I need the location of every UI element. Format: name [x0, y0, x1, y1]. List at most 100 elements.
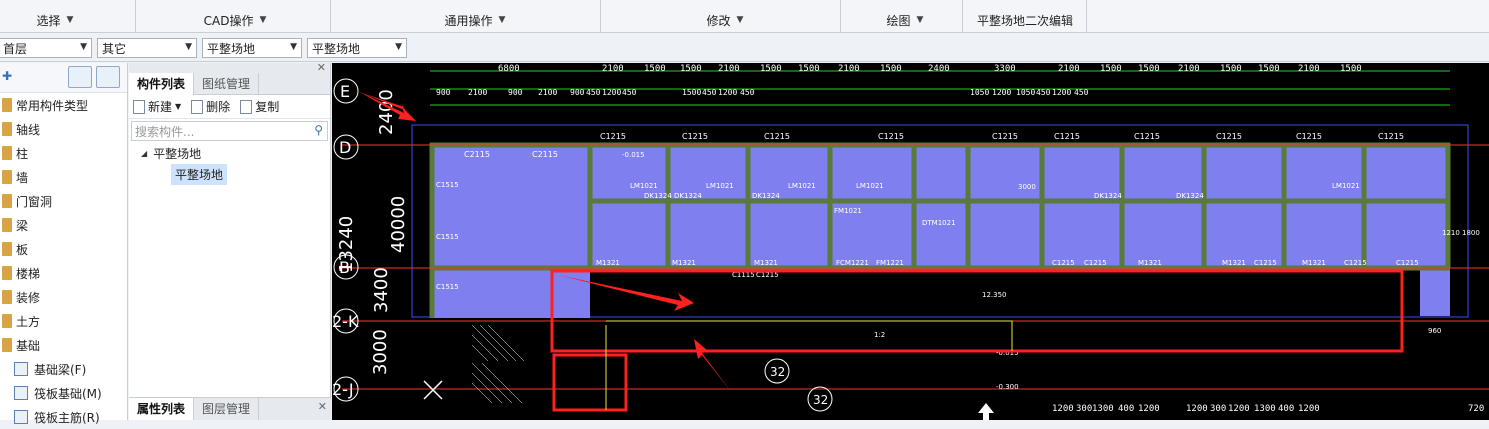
- tab-properties[interactable]: 属性列表: [129, 398, 195, 420]
- dimension-text: 900: [436, 88, 451, 97]
- ribbon-group-draw[interactable]: 绘图 ▼: [870, 9, 940, 31]
- room-block: [832, 143, 968, 268]
- label: M1321: [754, 259, 778, 267]
- cad-canvas[interactable]: E D B 2-K 2-J 2400 13240 3400 40000 3000…: [332, 63, 1489, 420]
- vertical-dimension: 13240: [336, 216, 357, 273]
- grid-view-button[interactable]: [96, 66, 120, 88]
- dimension-text: 1500: [760, 64, 782, 74]
- label: FCM1221: [836, 259, 869, 267]
- dimension-text: 1300: [1092, 404, 1114, 414]
- tree-item[interactable]: 板: [0, 237, 127, 261]
- tree-item[interactable]: 土方: [0, 309, 127, 333]
- chevron-down-icon: ▼: [290, 42, 297, 52]
- ribbon-group-cad[interactable]: CAD操作 ▼: [180, 9, 290, 31]
- tree-subitem[interactable]: 筏板基础(M): [0, 381, 127, 405]
- dimension-text: 1200: [718, 88, 737, 97]
- window-label: C1215: [992, 132, 1018, 141]
- label: M1321: [1138, 259, 1162, 267]
- ribbon-divider: [962, 0, 963, 33]
- select-value: 平整场地: [207, 41, 256, 56]
- tree-item[interactable]: 装修: [0, 285, 127, 309]
- dimension-text: 900: [570, 88, 585, 97]
- ribbon-group-site-edit[interactable]: 平整场地二次编辑: [970, 9, 1080, 31]
- search-placeholder: 搜索构件...: [135, 124, 195, 139]
- tree-root-label: 平整场地: [153, 147, 202, 161]
- window-label: C1215: [1378, 132, 1404, 141]
- chevron-down-icon: ▼: [498, 15, 506, 25]
- door-label: DK1324: [1094, 192, 1122, 200]
- dimension-text: 2100: [1058, 64, 1080, 74]
- dimension-text: 450: [622, 88, 637, 97]
- label: 1:2: [874, 331, 885, 339]
- door-label: FM1021: [834, 207, 862, 215]
- floor-select[interactable]: 首层 ▼: [0, 38, 92, 58]
- label: C1215: [1396, 259, 1419, 267]
- tree-root[interactable]: ◢ 平整场地: [129, 143, 330, 164]
- door-label: LM1021: [706, 182, 734, 190]
- bottom-tabs: 属性列表 图层管理 ✕: [129, 397, 331, 420]
- dimension-text: 1200: [1186, 404, 1208, 414]
- ribbon-group-select[interactable]: 选择 ▼: [20, 9, 90, 31]
- component-select[interactable]: 平整场地 ▼: [307, 38, 407, 58]
- dimension-text: 1050: [970, 88, 989, 97]
- label: 3000: [1018, 183, 1036, 191]
- ribbon-group-modify[interactable]: 修改 ▼: [690, 9, 760, 31]
- search-input[interactable]: 搜索构件... ⚲: [131, 121, 328, 141]
- tree-item-label: 基础: [16, 338, 41, 353]
- tree-item[interactable]: 墙: [0, 165, 127, 189]
- tab-layers[interactable]: 图层管理: [194, 398, 260, 420]
- dimension-text: 1500: [680, 64, 702, 74]
- dimension-text: 1500: [880, 64, 902, 74]
- category-select[interactable]: 其它 ▼: [97, 38, 197, 58]
- door-label: LM1021: [1332, 182, 1360, 190]
- tab-drawing-manage[interactable]: 图纸管理: [194, 73, 260, 95]
- vertical-dimension: 2400: [376, 89, 397, 135]
- tree-item[interactable]: 常用构件类型: [0, 93, 127, 117]
- component-list-panel: ✕ 构件列表 图纸管理 新建 ▼ 删除 复制 搜索构件... ⚲ ◢ 平整场地 平整场…: [129, 61, 331, 420]
- tree-subitem[interactable]: 筏板主筋(R): [0, 405, 127, 429]
- tab-component-list[interactable]: 构件列表: [129, 73, 195, 95]
- dimension-text: 1500: [1220, 64, 1242, 74]
- vertical-dimension: 3400: [371, 267, 392, 313]
- list-view-button[interactable]: [68, 66, 92, 88]
- component-type-select[interactable]: 平整场地 ▼: [202, 38, 302, 58]
- room-block: [590, 143, 830, 268]
- ribbon-group-common[interactable]: 通用操作 ▼: [420, 9, 530, 31]
- room-block: [1420, 268, 1450, 316]
- tree-subitem[interactable]: 基础梁(F): [0, 357, 127, 381]
- tree-item[interactable]: 门窗洞: [0, 189, 127, 213]
- dimension-text: 2100: [1178, 64, 1200, 74]
- delete-button[interactable]: 删除: [191, 98, 230, 115]
- label: FM1221: [876, 259, 904, 267]
- tree-item[interactable]: 柱: [0, 141, 127, 165]
- delete-icon: [191, 99, 204, 114]
- raft-rebar-icon: [14, 410, 28, 424]
- tree-leaf-selected[interactable]: 平整场地: [171, 164, 227, 185]
- add-icon[interactable]: ✚: [2, 69, 12, 83]
- tree-item-label: 基础梁(F): [34, 362, 87, 377]
- room-block: [968, 143, 1042, 268]
- dimension-text: 1200: [1228, 404, 1250, 414]
- dimension-text: 720: [1468, 404, 1484, 414]
- copy-button[interactable]: 复制: [240, 98, 279, 115]
- expand-triangle-icon[interactable]: ◢: [141, 149, 147, 158]
- search-icon[interactable]: ⚲: [314, 123, 323, 137]
- chevron-down-icon: ▼: [736, 15, 744, 25]
- label: 960: [1428, 327, 1441, 335]
- axis-label: E: [340, 82, 350, 101]
- folder-icon: [2, 194, 12, 208]
- tree-item-label: 柱: [16, 146, 29, 161]
- dimension-text: 1200: [1052, 404, 1074, 414]
- close-icon[interactable]: ✕: [318, 400, 327, 413]
- floor-plan-drawing[interactable]: E D B 2-K 2-J 2400 13240 3400 40000 3000…: [332, 63, 1489, 420]
- window-label: C1215: [1296, 132, 1322, 141]
- label: C1215: [1344, 259, 1367, 267]
- tree-item[interactable]: 基础: [0, 333, 127, 357]
- new-button[interactable]: 新建 ▼: [133, 98, 181, 115]
- dimension-text: 2100: [1298, 64, 1320, 74]
- window-label: C1215: [682, 132, 708, 141]
- tree-item[interactable]: 楼梯: [0, 261, 127, 285]
- tree-item[interactable]: 轴线: [0, 117, 127, 141]
- dimension-text: 400: [1278, 404, 1294, 414]
- tree-item[interactable]: 梁: [0, 213, 127, 237]
